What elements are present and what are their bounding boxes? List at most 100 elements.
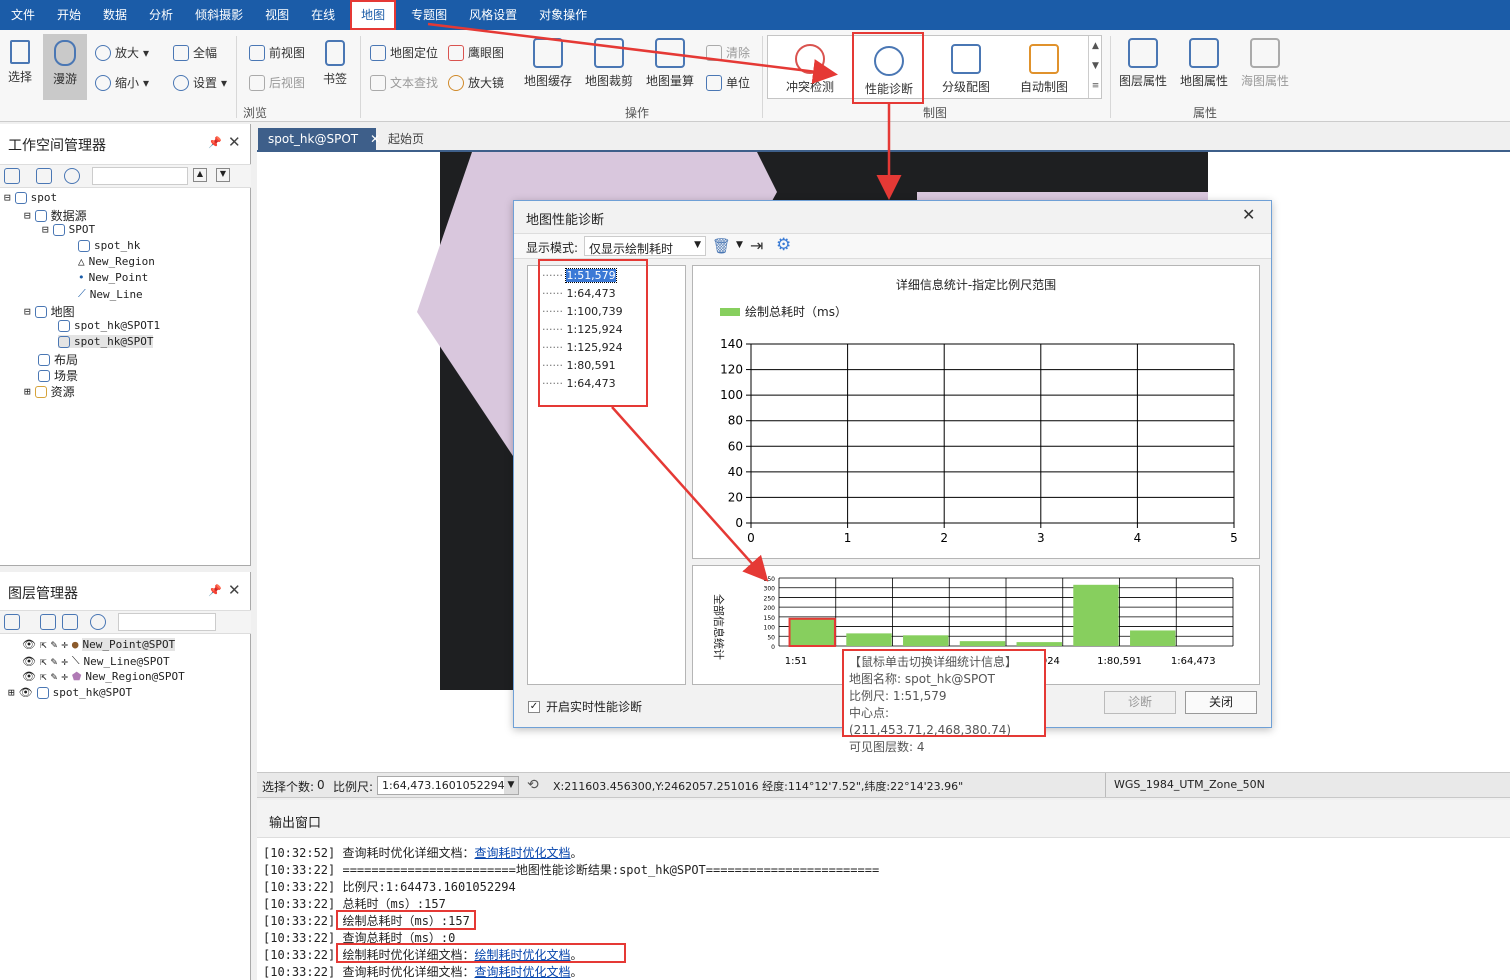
tree-node-spot-hk[interactable]: spot_hk: [78, 239, 140, 252]
menu-online[interactable]: 在线: [300, 0, 346, 30]
next-view-button[interactable]: 后视图: [249, 74, 305, 91]
eagle-eye-button[interactable]: 鹰眼图: [448, 44, 504, 61]
menu-oblique[interactable]: 倾斜摄影: [184, 0, 254, 30]
up-arrow-icon[interactable]: ▲: [193, 168, 207, 182]
layer-row-point[interactable]: 👁 ⇱ ✎ ✛ ● New_Point@SPOT: [22, 638, 176, 651]
menu-object-ops[interactable]: 对象操作: [528, 0, 598, 30]
conflict-detect-button[interactable]: 冲突检测: [780, 44, 840, 95]
close-icon[interactable]: ✕: [1242, 205, 1255, 224]
zoom-out-button[interactable]: 缩小 ▾: [95, 74, 149, 91]
menu-view[interactable]: 视图: [254, 0, 300, 30]
menu-file[interactable]: 文件: [0, 0, 46, 30]
tree-node-map-spot1[interactable]: spot_hk@SPOT1: [58, 319, 160, 332]
search-icon[interactable]: [90, 614, 106, 630]
menu-thematic[interactable]: 专题图: [400, 0, 458, 30]
edit-icon[interactable]: ✎: [51, 670, 58, 683]
tree-node-resources[interactable]: ⊞ 资源: [24, 383, 75, 400]
select-icon[interactable]: ⇱: [40, 638, 47, 651]
layer-row-region[interactable]: 👁 ⇱ ✎ ✛ ⬟ New_Region@SPOT: [22, 670, 185, 683]
gear-icon[interactable]: ⚙: [776, 235, 791, 255]
eye-icon[interactable]: 👁: [19, 686, 33, 699]
map-cache-button[interactable]: 地图缓存: [523, 38, 573, 89]
bookmark-button[interactable]: 书签: [320, 40, 350, 87]
eye-icon[interactable]: 👁: [22, 655, 36, 668]
close-icon[interactable]: ✕: [228, 133, 241, 151]
close-button[interactable]: 关闭: [1185, 691, 1257, 714]
grade-map-button[interactable]: 分级配图: [936, 44, 996, 95]
save-icon[interactable]: [36, 168, 52, 184]
snap-icon[interactable]: ✛: [61, 655, 68, 668]
full-extent-button[interactable]: 全幅: [173, 44, 217, 61]
menu-data[interactable]: 数据: [92, 0, 138, 30]
refresh-icon[interactable]: ⟲: [527, 777, 539, 793]
tree-node-scenes[interactable]: 场景: [38, 367, 78, 384]
dropdown-arrow-icon[interactable]: ▼: [504, 777, 518, 794]
menu-map[interactable]: 地图: [350, 0, 397, 30]
layer-search-input[interactable]: [118, 613, 216, 631]
diagnose-button[interactable]: 诊断: [1104, 691, 1176, 714]
tree-node-spot[interactable]: ⊟ SPOT: [42, 223, 95, 236]
unit-button[interactable]: 单位: [706, 74, 750, 91]
tree-node-maps[interactable]: ⊟ 地图: [24, 303, 75, 320]
prev-view-button[interactable]: 前视图: [249, 44, 305, 61]
snap-icon[interactable]: ✛: [61, 670, 68, 683]
map-measure-button[interactable]: 地图量算: [645, 38, 695, 89]
dropdown-arrow-icon[interactable]: ▼: [736, 240, 743, 250]
edit-icon[interactable]: ✎: [51, 638, 58, 651]
copy-icon[interactable]: [40, 614, 56, 630]
tree-node-layouts[interactable]: 布局: [38, 351, 78, 368]
pin-icon[interactable]: 📌: [208, 584, 222, 597]
export-icon[interactable]: ⇥: [750, 236, 763, 255]
select-icon[interactable]: ⇱: [40, 655, 47, 668]
add-layer-icon[interactable]: [4, 614, 20, 630]
open-icon[interactable]: [4, 168, 20, 184]
menu-style[interactable]: 风格设置: [458, 0, 528, 30]
layer-row-image[interactable]: ⊞ 👁 spot_hk@SPOT: [8, 686, 132, 699]
menu-analysis[interactable]: 分析: [138, 0, 184, 30]
delete-icon[interactable]: 🗑: [712, 237, 731, 255]
locate-button[interactable]: 地图定位: [370, 44, 438, 61]
edit-icon[interactable]: ✎: [51, 655, 58, 668]
text-find-button[interactable]: 文本查找: [370, 74, 438, 91]
gallery-scroll[interactable]: ▲ ▼ ≡: [1088, 36, 1102, 98]
doc-link[interactable]: 查询耗时优化文档: [474, 965, 570, 979]
layer-props-button[interactable]: 图层属性: [1116, 38, 1170, 89]
layout-icon: [38, 353, 50, 366]
pan-button[interactable]: 漫游: [43, 34, 87, 100]
settings-button[interactable]: 设置 ▾: [173, 74, 227, 91]
tree-node-datasources[interactable]: ⊟ 数据源: [24, 207, 87, 224]
auto-map-button[interactable]: 自动制图: [1014, 44, 1074, 95]
pin-icon[interactable]: 📌: [208, 136, 222, 149]
magnifier-button[interactable]: 放大镜: [448, 74, 504, 91]
tree-node-new-point[interactable]: • New_Point: [78, 271, 148, 284]
select-button[interactable]: 选择: [6, 40, 34, 85]
tab-start-page[interactable]: 起始页: [378, 128, 434, 150]
map-props-button[interactable]: 地图属性: [1177, 38, 1231, 89]
eye-icon[interactable]: 👁: [22, 670, 36, 683]
map-clip-button[interactable]: 地图裁剪: [584, 38, 634, 89]
close-icon[interactable]: ✕: [228, 581, 241, 599]
layer-row-line[interactable]: 👁 ⇱ ✎ ✛ ⟍ New_Line@SPOT: [22, 654, 170, 668]
snap-icon[interactable]: ✛: [61, 638, 68, 651]
realtime-checkbox[interactable]: ✓ 开启实时性能诊断: [528, 698, 642, 715]
zoom-in-button[interactable]: 放大 ▾: [95, 44, 149, 61]
search-icon[interactable]: [64, 168, 80, 184]
doc-link[interactable]: 查询耗时优化文档: [474, 846, 570, 860]
datasources-icon: [34, 209, 47, 222]
down-arrow-icon[interactable]: ▼: [216, 168, 230, 182]
eye-icon[interactable]: 👁: [22, 638, 36, 651]
chart-props-button[interactable]: 海图属性: [1238, 38, 1292, 89]
tree-node-workspace[interactable]: ⊟ spot: [4, 191, 57, 204]
display-mode-select[interactable]: 仅显示绘制耗时 ▼: [584, 236, 706, 256]
menu-start[interactable]: 开始: [46, 0, 92, 30]
tab-map[interactable]: spot_hk@SPOT ✕: [258, 128, 380, 150]
scale-combo[interactable]: 1:64,473.1601052294 ▼: [377, 776, 519, 795]
tree-node-map-spot[interactable]: spot_hk@SPOT: [58, 335, 154, 348]
tree-label: spot_hk@SPOT1: [74, 319, 161, 332]
tree-node-new-line[interactable]: ⟋ New_Line: [78, 287, 143, 301]
tree-node-new-region[interactable]: △ New_Region: [78, 255, 155, 268]
clear-button[interactable]: 清除: [706, 44, 750, 61]
workspace-search-input[interactable]: [92, 167, 188, 185]
group-icon[interactable]: [62, 614, 78, 630]
select-icon[interactable]: ⇱: [40, 670, 47, 683]
